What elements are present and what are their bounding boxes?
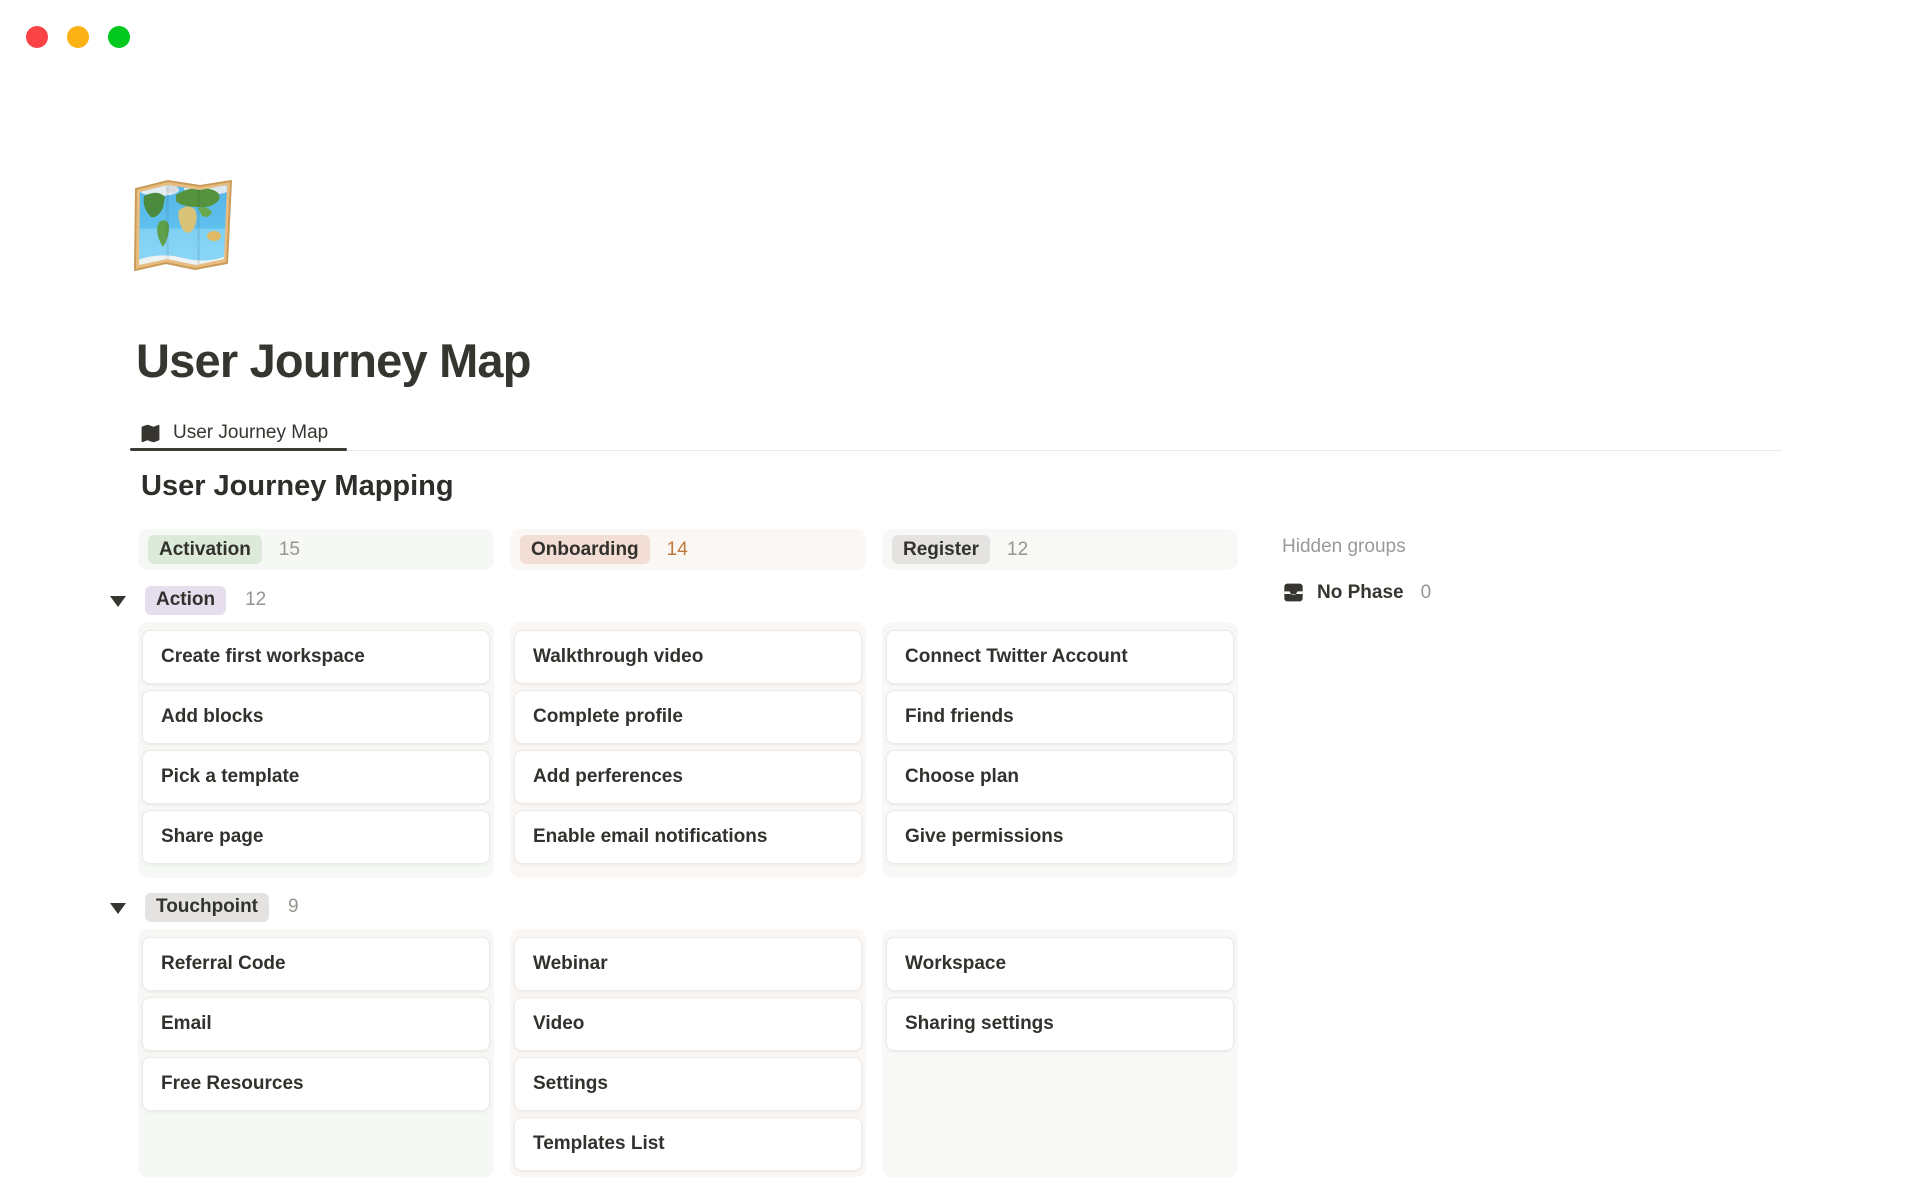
board-card[interactable]: Complete profile <box>514 690 862 744</box>
board-card[interactable]: Pick a template <box>142 750 490 804</box>
group-header-action: Action 12 <box>110 585 266 615</box>
collapse-group-toggle[interactable] <box>110 596 126 607</box>
board-column-onboarding-touchpoint: Webinar Video Settings Templates List <box>510 929 866 1177</box>
board-card[interactable]: Sharing settings <box>886 997 1234 1051</box>
group-header-touchpoint: Touchpoint 9 <box>110 892 299 922</box>
no-phase-label: No Phase <box>1317 582 1404 604</box>
board-card[interactable]: Add blocks <box>142 690 490 744</box>
column-pill-register[interactable]: Register <box>892 535 990 564</box>
board-column-register-action: Connect Twitter Account Find friends Cho… <box>882 622 1238 878</box>
inbox-icon <box>1281 580 1306 605</box>
board-card[interactable]: Give permissions <box>886 810 1234 864</box>
group-count-action: 12 <box>245 589 266 611</box>
board-card[interactable]: Create first workspace <box>142 630 490 684</box>
view-tabbar: User Journey Map <box>139 416 328 450</box>
view-title: User Journey Mapping <box>141 470 454 503</box>
board-column-register-touchpoint: Workspace Sharing settings <box>882 929 1238 1177</box>
column-count-activation: 15 <box>279 539 300 561</box>
board-card[interactable]: Share page <box>142 810 490 864</box>
board-card[interactable]: Webinar <box>514 937 862 991</box>
tab-label: User Journey Map <box>173 422 328 444</box>
minimize-window-button[interactable] <box>67 26 89 48</box>
board-column-activation-touchpoint: Referral Code Email Free Resources <box>138 929 494 1177</box>
board-card[interactable]: Workspace <box>886 937 1234 991</box>
board-card[interactable]: Add perferences <box>514 750 862 804</box>
group-pill-touchpoint[interactable]: Touchpoint <box>145 893 269 922</box>
column-pill-activation[interactable]: Activation <box>148 535 262 564</box>
column-header-onboarding[interactable]: Onboarding 14 <box>510 529 866 570</box>
board-card[interactable]: Choose plan <box>886 750 1234 804</box>
tab-user-journey-map[interactable]: User Journey Map <box>139 422 328 445</box>
column-pill-onboarding[interactable]: Onboarding <box>520 535 650 564</box>
column-count-onboarding: 14 <box>667 539 688 561</box>
column-count-register: 12 <box>1007 539 1028 561</box>
tabbar-divider <box>130 450 1782 451</box>
board-map-icon <box>139 422 162 445</box>
page-title[interactable]: User Journey Map <box>136 333 531 388</box>
board-card[interactable]: Enable email notifications <box>514 810 862 864</box>
board-card[interactable]: Email <box>142 997 490 1051</box>
close-window-button[interactable] <box>26 26 48 48</box>
group-count-touchpoint: 9 <box>288 896 299 918</box>
zoom-window-button[interactable] <box>108 26 130 48</box>
collapse-group-toggle[interactable] <box>110 903 126 914</box>
group-pill-action[interactable]: Action <box>145 586 226 615</box>
board-card[interactable]: Walkthrough video <box>514 630 862 684</box>
page-icon-world-map-emoji[interactable] <box>131 174 235 274</box>
board-column-onboarding-action: Walkthrough video Complete profile Add p… <box>510 622 866 878</box>
board-card[interactable]: Referral Code <box>142 937 490 991</box>
board-card[interactable]: Settings <box>514 1057 862 1111</box>
board-card[interactable]: Connect Twitter Account <box>886 630 1234 684</box>
board-card[interactable]: Video <box>514 997 862 1051</box>
window-controls <box>26 26 130 48</box>
hidden-group-no-phase[interactable]: No Phase 0 <box>1281 580 1431 605</box>
board-card[interactable]: Templates List <box>514 1117 862 1171</box>
no-phase-count: 0 <box>1421 582 1432 604</box>
active-tab-indicator <box>130 448 347 451</box>
board-card[interactable]: Find friends <box>886 690 1234 744</box>
hidden-groups-label: Hidden groups <box>1282 536 1406 558</box>
board-column-activation-action: Create first workspace Add blocks Pick a… <box>138 622 494 878</box>
column-header-register[interactable]: Register 12 <box>882 529 1238 570</box>
board-card[interactable]: Free Resources <box>142 1057 490 1111</box>
column-header-activation[interactable]: Activation 15 <box>138 529 494 570</box>
